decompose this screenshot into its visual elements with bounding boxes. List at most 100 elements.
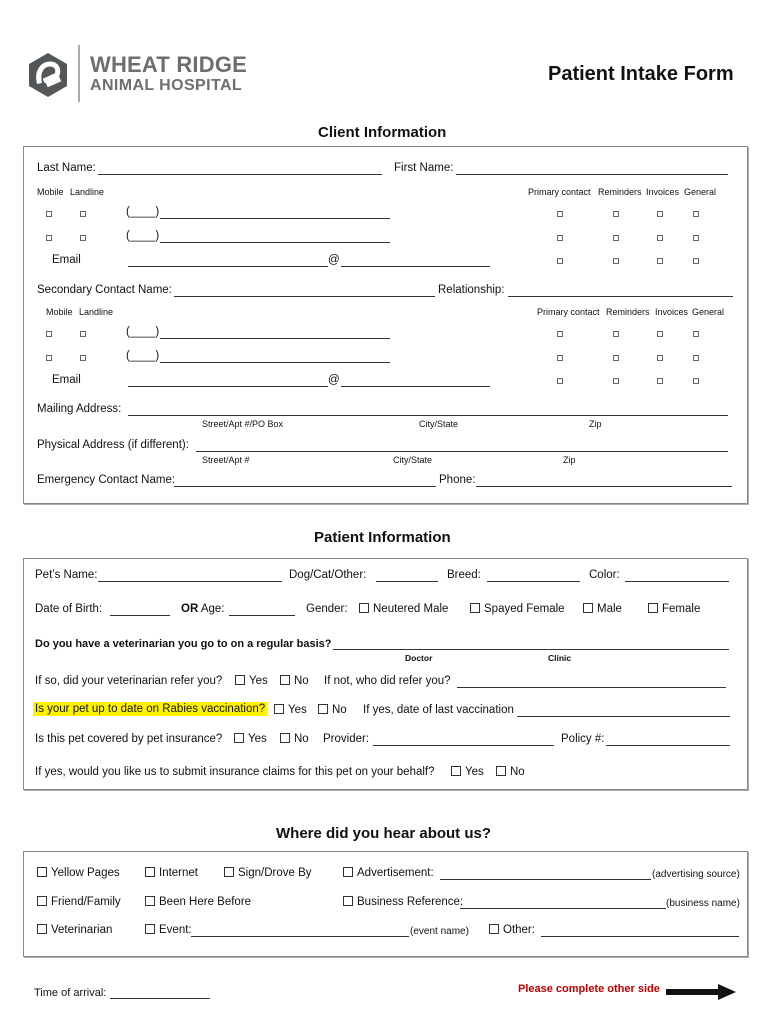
gender-spayed-female[interactable]: Spayed Female [470,603,565,615]
other-field[interactable] [541,936,739,937]
age-field[interactable] [229,615,295,616]
gender-neutered-male[interactable]: Neutered Male [359,603,448,615]
reminders-checkbox-1[interactable] [613,211,619,217]
secondary-reminders-checkbox-email[interactable] [613,378,619,384]
mobile-checkbox-2[interactable] [46,235,52,241]
pet-name-field[interactable] [98,581,282,582]
color-field[interactable] [625,581,729,582]
checkbox-icon[interactable] [359,603,369,613]
refer-no[interactable]: No [280,675,309,687]
checkbox-icon[interactable] [470,603,480,613]
relationship-field[interactable] [508,296,733,297]
secondary-reminders-checkbox-2[interactable] [613,355,619,361]
checkbox-icon[interactable] [234,733,244,743]
secondary-invoices-checkbox-1[interactable] [657,331,663,337]
option-internet[interactable]: Internet [145,867,198,879]
claims-yes[interactable]: Yes [451,766,484,778]
secondary-general-checkbox-email[interactable] [693,378,699,384]
option-other[interactable]: Other: [489,924,535,936]
secondary-email-domain-field[interactable] [341,386,490,387]
checkbox-icon[interactable] [145,896,155,906]
phone-field-2[interactable] [160,242,390,243]
who-refer-field[interactable] [457,687,726,688]
email-user-field[interactable] [128,266,328,267]
business-field[interactable] [460,908,666,909]
option-friend-family[interactable]: Friend/Family [37,896,121,908]
secondary-landline-checkbox-1[interactable] [80,331,86,337]
checkbox-icon[interactable] [37,867,47,877]
checkbox-icon[interactable] [489,924,499,934]
secondary-mobile-checkbox-1[interactable] [46,331,52,337]
dob-field[interactable] [110,615,170,616]
event-field[interactable] [191,936,409,937]
checkbox-icon[interactable] [583,603,593,613]
secondary-phone-field-2[interactable] [160,362,390,363]
checkbox-icon[interactable] [318,704,328,714]
insurance-no[interactable]: No [280,733,309,745]
checkbox-icon[interactable] [145,924,155,934]
checkbox-icon[interactable] [224,867,234,877]
invoices-checkbox-1[interactable] [657,211,663,217]
general-checkbox-2[interactable] [693,235,699,241]
invoices-checkbox-email[interactable] [657,258,663,264]
checkbox-icon[interactable] [280,675,290,685]
checkbox-icon[interactable] [37,896,47,906]
insurance-yes[interactable]: Yes [234,733,267,745]
primary-checkbox-2[interactable] [557,235,563,241]
option-yellow-pages[interactable]: Yellow Pages [37,867,120,879]
general-checkbox-1[interactable] [693,211,699,217]
secondary-reminders-checkbox-1[interactable] [613,331,619,337]
landline-checkbox-1[interactable] [80,211,86,217]
secondary-invoices-checkbox-email[interactable] [657,378,663,384]
secondary-landline-checkbox-2[interactable] [80,355,86,361]
checkbox-icon[interactable] [343,896,353,906]
checkbox-icon[interactable] [343,867,353,877]
primary-checkbox-email[interactable] [557,258,563,264]
option-sign[interactable]: Sign/Drove By [224,867,312,879]
email-domain-field[interactable] [341,266,490,267]
claims-no[interactable]: No [496,766,525,778]
provider-field[interactable] [373,745,554,746]
reminders-checkbox-email[interactable] [613,258,619,264]
first-name-field[interactable] [456,174,728,175]
policy-field[interactable] [606,745,730,746]
physical-address-field[interactable] [196,451,728,452]
landline-checkbox-2[interactable] [80,235,86,241]
gender-male[interactable]: Male [583,603,622,615]
checkbox-icon[interactable] [235,675,245,685]
rabies-no[interactable]: No [318,704,347,716]
checkbox-icon[interactable] [280,733,290,743]
option-event[interactable]: Event: [145,924,192,936]
advertisement-field[interactable] [440,879,651,880]
checkbox-icon[interactable] [274,704,284,714]
mailing-address-field[interactable] [128,415,728,416]
secondary-contact-field[interactable] [174,296,435,297]
secondary-general-checkbox-2[interactable] [693,355,699,361]
secondary-mobile-checkbox-2[interactable] [46,355,52,361]
last-name-field[interactable] [98,174,382,175]
breed-field[interactable] [487,581,580,582]
secondary-primary-checkbox-2[interactable] [557,355,563,361]
option-advertisement[interactable]: Advertisement: [343,867,434,879]
emergency-contact-field[interactable] [174,486,436,487]
gender-female[interactable]: Female [648,603,700,615]
secondary-primary-checkbox-email[interactable] [557,378,563,384]
invoices-checkbox-2[interactable] [657,235,663,241]
emergency-phone-field[interactable] [476,486,732,487]
primary-checkbox-1[interactable] [557,211,563,217]
reminders-checkbox-2[interactable] [613,235,619,241]
secondary-phone-field-1[interactable] [160,338,390,339]
mobile-checkbox-1[interactable] [46,211,52,217]
checkbox-icon[interactable] [496,766,506,776]
secondary-email-user-field[interactable] [128,386,328,387]
secondary-invoices-checkbox-2[interactable] [657,355,663,361]
checkbox-icon[interactable] [451,766,461,776]
general-checkbox-email[interactable] [693,258,699,264]
refer-yes[interactable]: Yes [235,675,268,687]
checkbox-icon[interactable] [145,867,155,877]
checkbox-icon[interactable] [648,603,658,613]
species-field[interactable] [376,581,438,582]
time-of-arrival-field[interactable] [110,998,210,999]
secondary-general-checkbox-1[interactable] [693,331,699,337]
checkbox-icon[interactable] [37,924,47,934]
